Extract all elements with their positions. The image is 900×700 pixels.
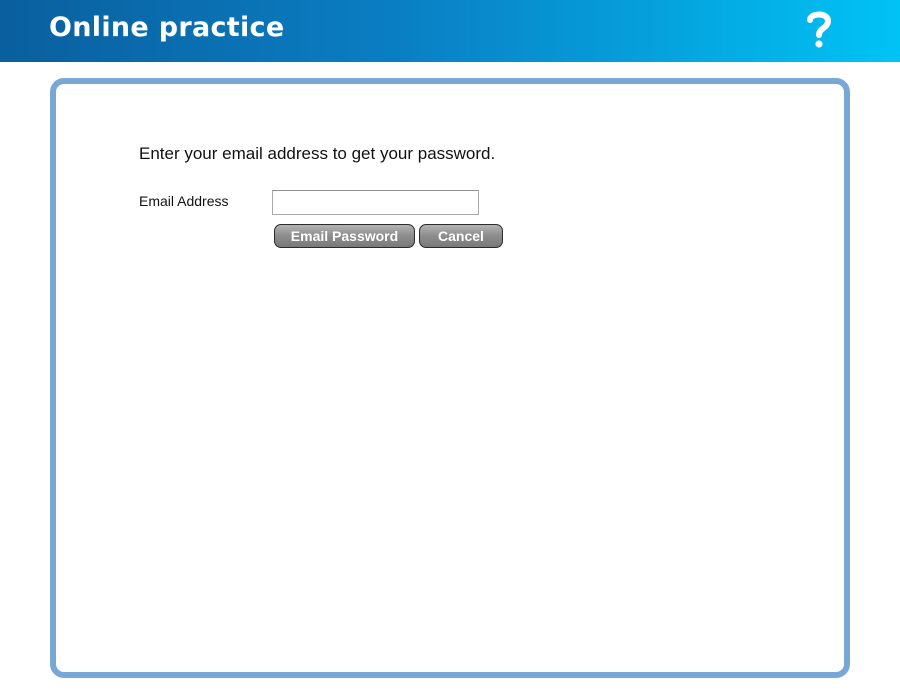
app-title: Online practice xyxy=(49,12,285,43)
cancel-button[interactable]: Cancel xyxy=(419,224,503,248)
email-password-button[interactable]: Email Password xyxy=(274,224,415,248)
email-address-input[interactable] xyxy=(272,190,479,215)
email-address-label: Email Address xyxy=(139,193,229,209)
instruction-text: Enter your email address to get your pas… xyxy=(139,144,496,163)
question-mark-icon[interactable] xyxy=(806,10,832,50)
app-header: Online practice xyxy=(0,0,900,62)
main-panel xyxy=(50,78,850,678)
